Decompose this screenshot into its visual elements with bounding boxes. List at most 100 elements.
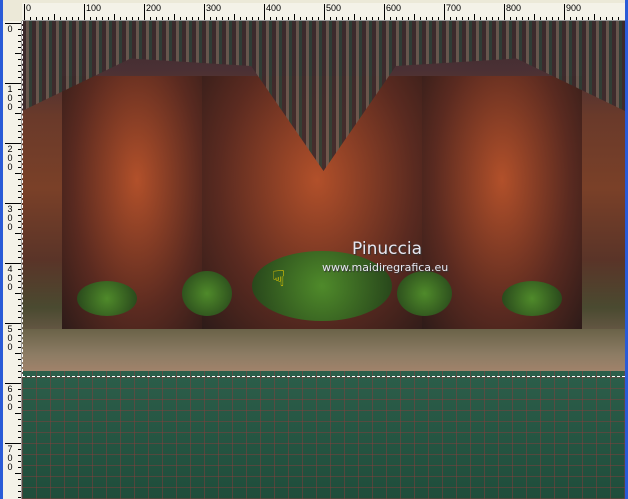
- ruler-tick: [18, 317, 21, 318]
- ruler-tick: [336, 17, 337, 20]
- ruler-tick: [48, 17, 49, 20]
- ruler-tick: [18, 449, 21, 450]
- ruler-tick: [216, 17, 217, 20]
- ruler-tick: [18, 227, 21, 228]
- ruler-tick: [516, 17, 517, 20]
- ruler-tick: [300, 17, 301, 20]
- ruler-tick: [372, 17, 373, 20]
- ruler-tick: [366, 17, 367, 20]
- ruler-tick: [132, 17, 133, 20]
- ruler-tick: [30, 17, 31, 20]
- ruler-tick: [18, 119, 21, 120]
- ruler-tick: [18, 77, 21, 78]
- ruler-tick: [24, 4, 25, 20]
- ruler-tick: [18, 299, 21, 300]
- ruler-tick: [480, 17, 481, 20]
- ruler-label: 600: [386, 3, 402, 13]
- ruler-tick: [18, 161, 21, 162]
- ruler-tick: [96, 17, 97, 20]
- ruler-label: 5 0 0: [7, 324, 13, 352]
- ruler-tick: [486, 17, 487, 20]
- ruler-label: 500: [326, 3, 342, 13]
- ruler-tick: [312, 17, 313, 20]
- ruler-tick: [18, 47, 21, 48]
- ruler-label: 1 0 0: [7, 84, 13, 112]
- ruler-tick: [18, 155, 21, 156]
- grid-floor: [22, 371, 625, 499]
- ruler-tick: [330, 17, 331, 20]
- ruler-tick: [318, 17, 319, 20]
- ruler-tick: [420, 17, 421, 20]
- ruler-tick: [408, 17, 409, 20]
- ruler-label: 200: [146, 3, 162, 13]
- ruler-label: 0: [7, 24, 13, 34]
- foliage: [502, 281, 562, 316]
- ruler-tick: [15, 233, 21, 234]
- ruler-tick: [432, 17, 433, 20]
- ruler-tick: [15, 473, 21, 474]
- ruler-tick: [18, 329, 21, 330]
- ruler-tick: [18, 239, 21, 240]
- ruler-tick: [18, 245, 21, 246]
- ruler-tick: [600, 17, 601, 20]
- pointing-hand-cursor-icon: ☟: [272, 266, 286, 291]
- ruler-tick: [90, 17, 91, 20]
- ruler-label: 4 0 0: [7, 264, 13, 292]
- ruler-tick: [18, 341, 21, 342]
- ruler-tick: [114, 14, 115, 20]
- ruler-tick: [198, 17, 199, 20]
- ruler-tick: [18, 89, 21, 90]
- ruler-tick: [462, 17, 463, 20]
- image-canvas[interactable]: Pinuccia www.maidiregrafica.eu ☟: [22, 21, 625, 499]
- ruler-tick: [402, 17, 403, 20]
- ruler-tick: [102, 17, 103, 20]
- ruler-tick: [18, 209, 21, 210]
- ruler-tick: [18, 167, 21, 168]
- ruler-tick: [18, 197, 21, 198]
- ruler-tick: [540, 17, 541, 20]
- selection-marquee-edge: [22, 21, 23, 377]
- ruler-tick: [18, 365, 21, 366]
- ruler-tick: [18, 425, 21, 426]
- ruler-tick: [252, 17, 253, 20]
- ruler-tick: [444, 4, 445, 20]
- ruler-tick: [342, 17, 343, 20]
- ruler-tick: [18, 377, 21, 378]
- foliage: [77, 281, 137, 316]
- ruler-tick: [15, 113, 21, 114]
- ruler-tick: [468, 17, 469, 20]
- ruler-tick: [276, 17, 277, 20]
- ruler-tick: [18, 275, 21, 276]
- ruler-label: 0: [26, 3, 32, 13]
- ruler-tick: [18, 461, 21, 462]
- ruler-tick: [222, 17, 223, 20]
- ruler-tick: [606, 17, 607, 20]
- ruler-tick: [384, 4, 385, 20]
- ruler-tick: [18, 29, 21, 30]
- ruler-tick: [18, 311, 21, 312]
- ruler-label: 700: [446, 3, 462, 13]
- ruler-tick: [306, 17, 307, 20]
- ruler-label: 400: [266, 3, 282, 13]
- ruler-tick: [18, 401, 21, 402]
- ruler-tick: [564, 4, 565, 20]
- ruler-tick: [18, 107, 21, 108]
- ruler-tick: [588, 17, 589, 20]
- ruler-tick: [528, 17, 529, 20]
- ruler-tick: [18, 419, 21, 420]
- foliage: [182, 271, 232, 316]
- ruler-tick: [15, 413, 21, 414]
- ruler-tick: [534, 14, 535, 20]
- ruler-tick: [42, 17, 43, 20]
- ruler-tick: [264, 4, 265, 20]
- ruler-tick: [240, 17, 241, 20]
- ruler-tick: [378, 17, 379, 20]
- ruler-tick: [438, 17, 439, 20]
- ruler-tick: [18, 371, 21, 372]
- ruler-tick: [18, 335, 21, 336]
- ruler-label: 800: [506, 3, 522, 13]
- ruler-tick: [18, 179, 21, 180]
- ruler-tick: [18, 137, 21, 138]
- ruler-tick: [612, 17, 613, 20]
- ruler-tick: [66, 17, 67, 20]
